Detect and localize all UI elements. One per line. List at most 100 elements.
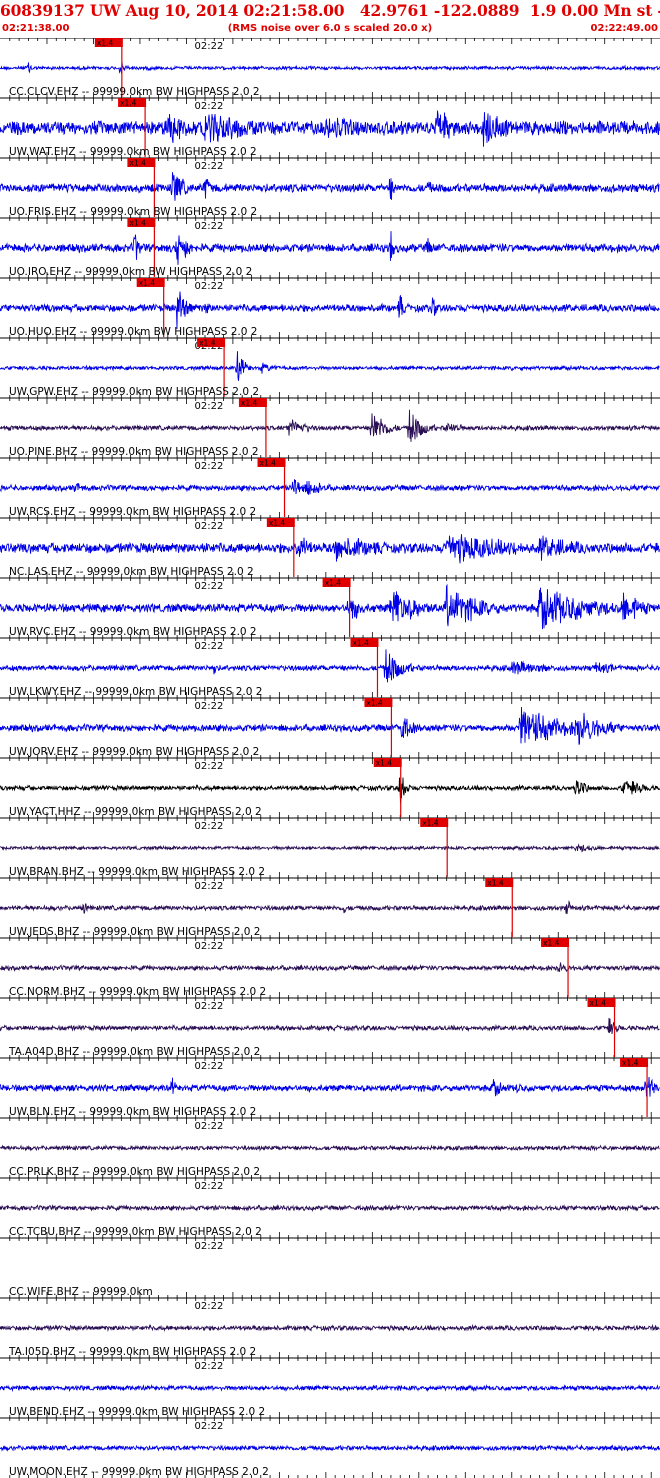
- station-label: UO.IRO.EHZ -- 99999.0km BW HIGHPASS 2.0 …: [9, 266, 252, 278]
- event-title: 60839137 UW Aug 10, 2014 02:21:58.00 42.…: [0, 1, 660, 20]
- station-label: UW.RVC.EHZ -- 99999.0km BW HIGHPASS 2.0 …: [9, 626, 257, 638]
- minute-label: 02:22: [195, 1001, 224, 1012]
- waveform: [0, 351, 660, 381]
- pick-label: x1.4: [260, 459, 277, 468]
- minute-label: 02:22: [195, 1241, 224, 1252]
- trace-row: 02:22 x1.4 UO.IRO.EHZ -- 99999.0km BW HIGH…: [0, 217, 660, 278]
- minute-label: 02:22: [195, 641, 224, 652]
- minute-label: 02:22: [195, 1121, 224, 1132]
- trace-row: 02:22 x1.4 TA.A04D.BHZ -- 99999.0km BW HIG…: [0, 997, 660, 1058]
- trace-row: 02:22 x1.4 UW.BRAN.BHZ -- 99999.0km BW HIG…: [0, 817, 660, 878]
- station-label: UW.WAT.EHZ -- 99999.0km BW HIGHPASS 2.0 …: [9, 146, 257, 158]
- waveform: [0, 231, 660, 265]
- waveform: [0, 172, 660, 201]
- station-label: CC.WIFE.BHZ -- 99999.0km: [9, 1286, 153, 1298]
- minute-label: 02:22: [195, 281, 224, 292]
- station-label: TA.I05D.BHZ -- 99999.0km BW HIGHPASS 2.0…: [8, 1346, 256, 1358]
- minute-label: 02:22: [195, 521, 224, 532]
- trace-row: 02:22 x1.4 UW.RCS.EHZ -- 99999.0km BW HIGH…: [0, 457, 660, 518]
- minute-label: 02:22: [195, 761, 224, 772]
- waveform: [0, 409, 660, 442]
- minute-label: 02:22: [195, 701, 224, 712]
- trace-row: 02:22 x1.4 UO.HUO.EHZ -- 99999.0km BW HIGH…: [0, 277, 660, 338]
- waveform: [0, 110, 660, 147]
- station-label: UW.BLN.EHZ -- 99999.0km BW HIGHPASS 2.0 …: [9, 1106, 256, 1118]
- waveform: [0, 900, 660, 915]
- waveform: [0, 1076, 660, 1097]
- pick-label: x1.4: [590, 999, 607, 1008]
- waveform: [0, 1203, 660, 1213]
- seismogram-plot: 02:22x1.4CC.CLCV.EHZ -- 99999.0km BW HIG…: [0, 38, 660, 1478]
- minute-label: 02:22: [195, 1361, 224, 1372]
- station-label: NC.LAS.EHZ -- 99999.0km BW HIGHPASS 2.0 …: [9, 566, 254, 578]
- trace-row: 02:22 x1.4 UW.JEDS.BHZ -- 99999.0km BW HIG…: [0, 877, 660, 938]
- station-label: UW.YACT.HHZ -- 99999.0km BW HIGHPASS 2.0…: [9, 806, 262, 818]
- waveform: [0, 61, 660, 74]
- minute-label: 02:22: [195, 821, 224, 832]
- pick-label: x1.4: [543, 939, 560, 948]
- pick-label: x1.4: [352, 639, 369, 648]
- waveform: [0, 706, 660, 745]
- station-label: CC.PRLK.BHZ -- 99999.0km BW HIGHPASS 2.0…: [9, 1166, 260, 1178]
- minute-label: 02:22: [195, 1181, 224, 1192]
- pick-label: x1.4: [139, 279, 156, 288]
- pick-label: x1.4: [487, 879, 504, 888]
- pick-label: x1.4: [199, 339, 216, 348]
- trace-row: 02:22 CC.TCBU.BHZ -- 99999.0km BW HIGHPAS…: [0, 1177, 660, 1238]
- minute-label: 02:22: [195, 461, 224, 472]
- trace-row: 02:22 UW.MOON.EHZ -- 99999.0km BW HIGHPAS…: [0, 1417, 660, 1478]
- waveform: [0, 843, 660, 853]
- waveform: [0, 1323, 660, 1333]
- trace-row: 02:22 x1.4 UW.YACT.HHZ -- 99999.0km BW HIG…: [0, 757, 660, 818]
- station-label: CC.NORM.BHZ -- 99999.0km BW HIGHPASS 2.0…: [9, 986, 266, 998]
- minute-label: 02:22: [195, 401, 224, 412]
- header: 60839137 UW Aug 10, 2014 02:21:58.00 42.…: [0, 0, 660, 38]
- trace-row: 02:22 UW.BEND.EHZ -- 99999.0km BW HIGHPAS…: [0, 1357, 660, 1418]
- waveform: [0, 649, 660, 683]
- pick-label: x1.4: [120, 99, 137, 108]
- minute-label: 02:22: [195, 221, 224, 232]
- station-label: UO.HUO.EHZ -- 99999.0km BW HIGHPASS 2.0 …: [9, 326, 257, 338]
- station-label: UW.JEDS.BHZ -- 99999.0km BW HIGHPASS 2.0…: [9, 926, 260, 938]
- waveform: [0, 777, 660, 804]
- station-label: UW.LKWY.EHZ -- 99999.0km BW HIGHPASS 2.0…: [9, 686, 262, 698]
- pick-label: x1.4: [366, 699, 383, 708]
- pick-label: x1.4: [129, 219, 146, 228]
- pick-label: x1.4: [241, 399, 258, 408]
- waveform: [0, 962, 660, 973]
- station-label: UW.BRAN.BHZ -- 99999.0km BW HIGHPASS 2.0…: [9, 866, 265, 878]
- station-label: UW.BEND.EHZ -- 99999.0km BW HIGHPASS 2.0…: [9, 1406, 265, 1418]
- waveform: [0, 1017, 660, 1035]
- trace-row: 02:22 x1.4 UW.BLN.EHZ -- 99999.0km BW HIGH…: [0, 1057, 660, 1118]
- trace-row: 02:22 x1.4 UO.FRIS.EHZ -- 99999.0km BW HIG…: [0, 157, 660, 218]
- trace-row: 02:22 x1.4 CC.NORM.BHZ -- 99999.0km BW HIG…: [0, 937, 660, 998]
- waveform: [0, 479, 660, 495]
- trace-row: 02:22 CC.PRLK.BHZ -- 99999.0km BW HIGHPAS…: [0, 1117, 660, 1178]
- minute-label: 02:22: [195, 881, 224, 892]
- trace-row: 02:22 x1.4 NC.LAS.EHZ -- 99999.0km BW HIGH…: [0, 517, 660, 578]
- trace-row: 02:22 CC.WIFE.BHZ -- 99999.0km: [0, 1237, 660, 1298]
- minute-label: 02:22: [195, 1421, 224, 1432]
- station-label: UW.RCS.EHZ -- 99999.0km BW HIGHPASS 2.0 …: [9, 506, 256, 518]
- trace-row: 02:22 x1.4 UO.PINE.BHZ -- 99999.0km BW HIG…: [0, 397, 660, 458]
- trace-row: 02:22 x1.4 CC.CLCV.EHZ -- 99999.0km BW HIG…: [0, 38, 660, 98]
- rms-note: (RMS noise over 6.0 s scaled 20.0 x): [227, 23, 433, 34]
- trace-row: 02:22 x1.4 UW.JORV.EHZ -- 99999.0km BW HIG…: [0, 697, 660, 758]
- minute-label: 02:22: [195, 1301, 224, 1312]
- pick-label: x1.4: [269, 519, 286, 528]
- station-label: UO.FRIS.EHZ -- 99999.0km BW HIGHPASS 2.0…: [9, 206, 257, 218]
- pick-label: x1.4: [376, 759, 393, 768]
- trace-row: 02:22 x1.4 UW.RVC.EHZ -- 99999.0km BW HIGH…: [0, 577, 660, 638]
- station-label: UW.GPW.EHZ -- 99999.0km BW HIGHPASS 2.0 …: [9, 386, 259, 398]
- minute-label: 02:22: [195, 1061, 224, 1072]
- minute-label: 02:22: [195, 941, 224, 952]
- trace-row: 02:22 x1.4 UW.WAT.EHZ -- 99999.0km BW HIGH…: [0, 97, 660, 158]
- trace-row: 02:22 TA.I05D.BHZ -- 99999.0km BW HIGHPAS…: [0, 1297, 660, 1358]
- trace-row: 02:22 x1.4 UW.LKWY.EHZ -- 99999.0km BW HIG…: [0, 637, 660, 698]
- start-time: 02:21:38.00: [2, 23, 70, 34]
- end-time: 02:22:49.00: [590, 23, 658, 34]
- minute-label: 02:22: [195, 161, 224, 172]
- waveform: [0, 1444, 660, 1452]
- minute-label: 02:22: [195, 101, 224, 112]
- minute-label: 02:22: [195, 41, 224, 52]
